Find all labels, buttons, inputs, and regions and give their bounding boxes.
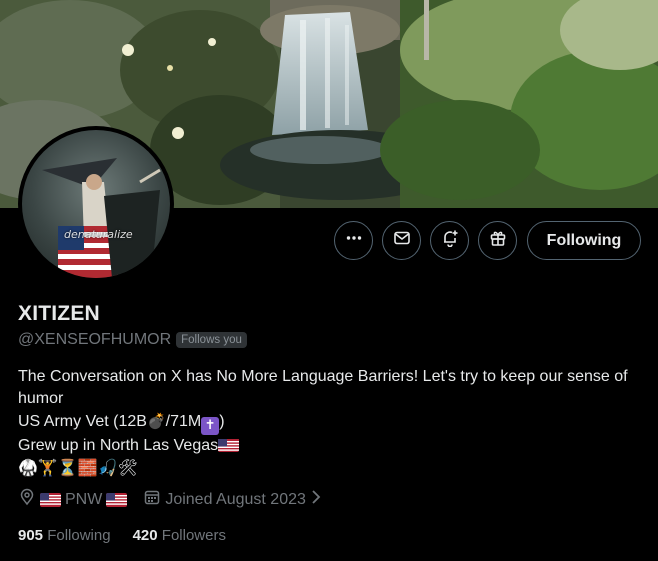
bio-line-2: US Army Vet (12B💣/71M ✝) xyxy=(18,410,648,435)
message-button[interactable] xyxy=(382,221,421,260)
notifications-button[interactable] xyxy=(430,221,469,260)
profile-stats: 905 Following 420 Followers xyxy=(18,527,248,544)
followers-label: Followers xyxy=(161,527,226,544)
follows-you-badge: Follows you xyxy=(176,332,247,348)
following-button[interactable]: Following xyxy=(527,221,641,260)
profile-meta: PNW Joined August 2023 xyxy=(18,488,338,511)
bio-line-1: The Conversation on X has No More Langua… xyxy=(18,368,628,407)
more-icon xyxy=(345,229,363,252)
bomb-emoji-icon: 💣 xyxy=(146,412,166,430)
cross-emoji-icon: ✝ xyxy=(201,417,220,435)
avatar[interactable]: denaturalize xyxy=(18,126,174,282)
bio-line-2-suffix: ) xyxy=(219,413,225,430)
following-count: 905 xyxy=(18,527,44,544)
profile-actions xyxy=(334,221,517,261)
profile-bio: The Conversation on X has No More Langua… xyxy=(18,366,648,479)
avatar-watermark: denaturalize xyxy=(64,228,133,241)
location-pin-icon xyxy=(18,488,36,511)
us-flag-icon xyxy=(106,492,128,507)
followers-count: 420 xyxy=(132,527,158,544)
us-flag-icon xyxy=(218,438,240,452)
mail-icon xyxy=(393,229,411,252)
location-text: PNW xyxy=(65,490,103,508)
gift-icon xyxy=(489,229,507,252)
location-item: PNW xyxy=(18,488,128,511)
bio-line-3-text: Grew up in North Las Vegas xyxy=(18,437,219,454)
bio-line-3: Grew up in North Las Vegas xyxy=(18,435,648,457)
calendar-icon xyxy=(143,488,161,511)
us-flag-icon xyxy=(40,492,61,507)
joined-date-item[interactable]: Joined August 2023 xyxy=(143,488,322,511)
profile-page: denaturalize Following XITIZEN @XENSEOFH… xyxy=(0,0,658,561)
more-button[interactable] xyxy=(334,221,373,260)
avatar-image: denaturalize xyxy=(22,130,170,278)
bio-line-4-emojis: 🥋🏋⏳🧱🎣🛠 xyxy=(18,458,138,477)
chevron-right-icon xyxy=(310,489,322,510)
bio-line-2-mid: /71M xyxy=(165,413,202,430)
bell-plus-icon xyxy=(441,229,459,252)
profile-handle: @XENSEOFHUMOR xyxy=(18,331,172,348)
joined-date-text: Joined August 2023 xyxy=(165,490,306,508)
profile-display-name: XITIZEN xyxy=(18,302,100,325)
subscribe-gift-button[interactable] xyxy=(478,221,517,260)
bio-line-2-prefix: US Army Vet (12B xyxy=(18,413,147,430)
following-stat-link[interactable]: 905 Following xyxy=(18,527,111,544)
followers-stat-link[interactable]: 420 Followers xyxy=(133,527,226,544)
handle-row: @XENSEOFHUMOR Follows you xyxy=(18,331,247,349)
following-label: Following xyxy=(47,527,111,544)
